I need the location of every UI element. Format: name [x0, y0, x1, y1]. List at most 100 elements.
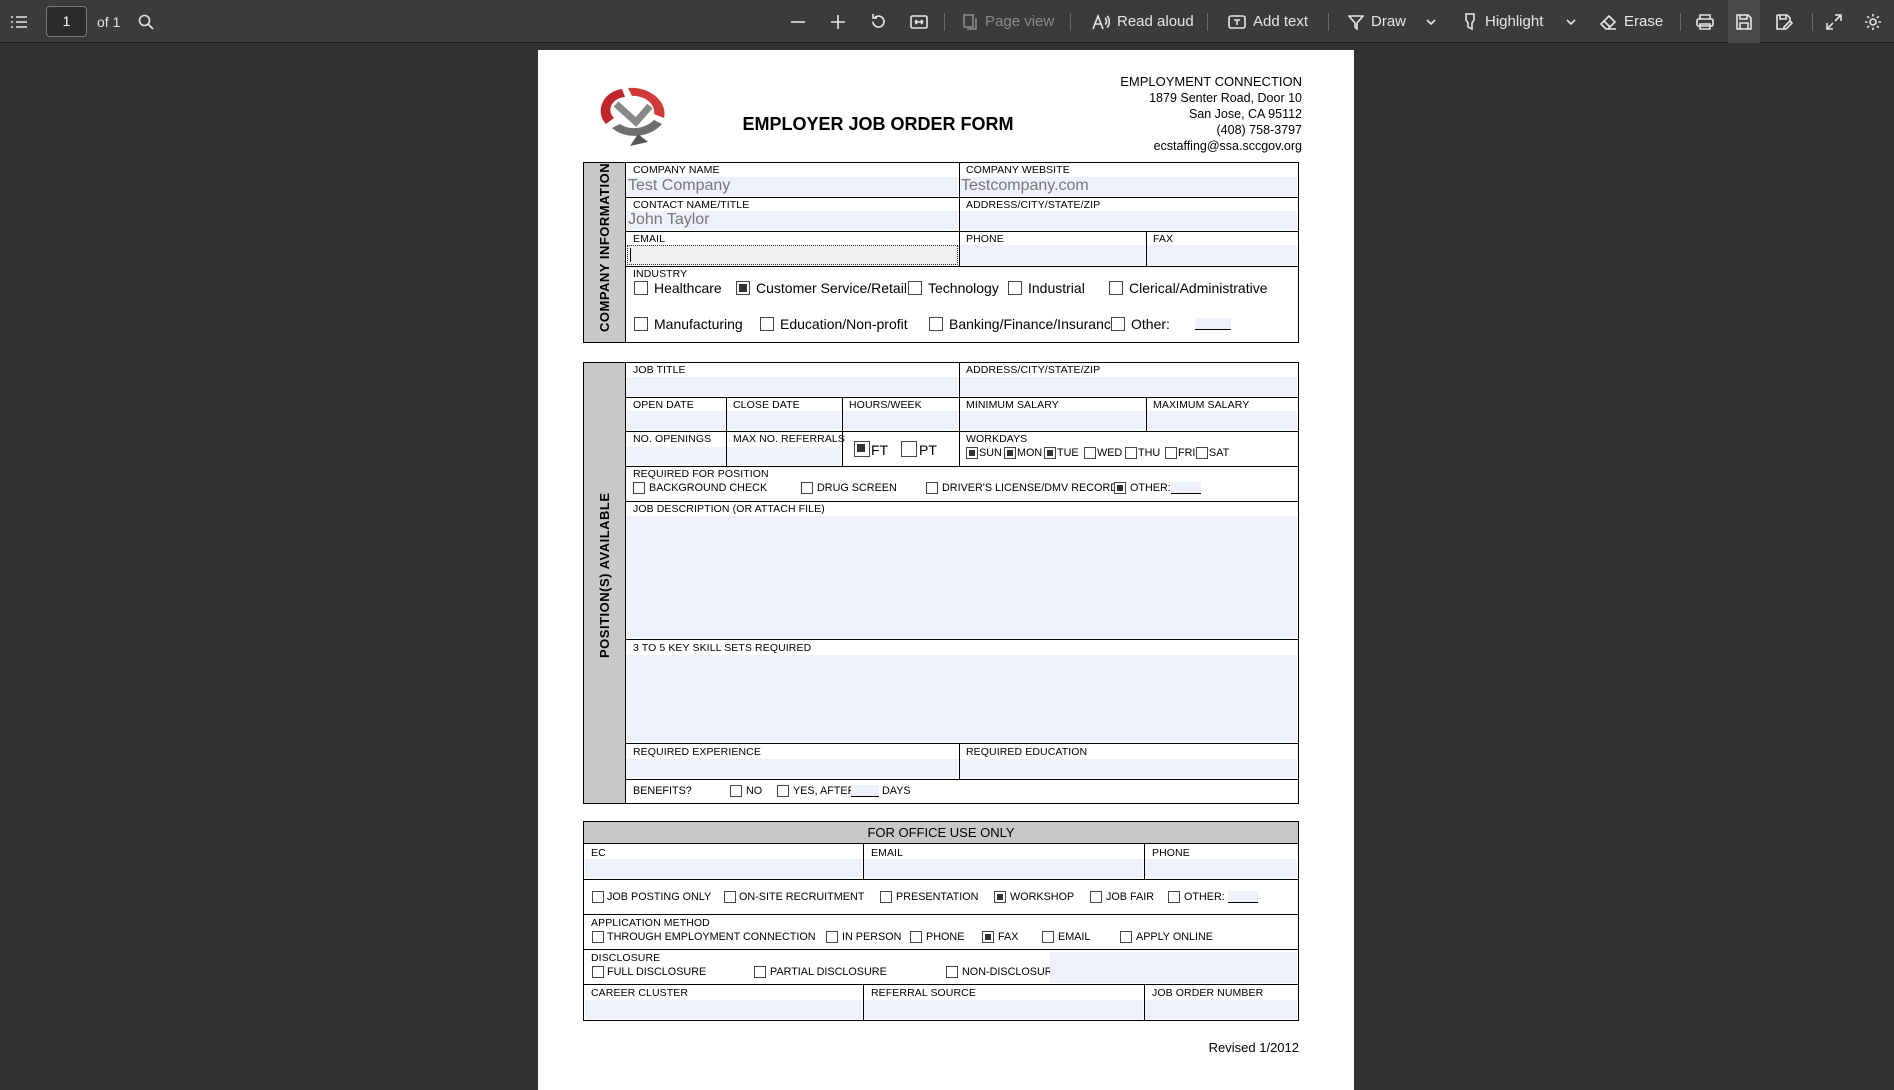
rotate-icon[interactable] [870, 0, 887, 43]
draw-options-chevron-icon[interactable] [1426, 0, 1436, 43]
industry-clerical-checkbox[interactable] [1109, 281, 1123, 295]
job-posting-only-checkbox[interactable] [592, 891, 604, 903]
read-aloud-button[interactable]: Read aloud [1092, 0, 1194, 43]
apply-online-checkbox[interactable] [1120, 931, 1132, 943]
page-view-button[interactable]: Page view [962, 0, 1054, 43]
office-email-field[interactable] [864, 859, 1143, 878]
print-icon[interactable] [1696, 0, 1714, 43]
office-other-checkbox[interactable] [1168, 891, 1180, 903]
industry-other-field[interactable] [1195, 318, 1231, 330]
max-referrals-field[interactable] [727, 447, 841, 465]
through-ec-checkbox[interactable] [592, 931, 604, 943]
org-city: San Jose, CA 95112 [1188, 107, 1302, 121]
benefits-no-checkbox[interactable] [730, 785, 742, 797]
page-number-input[interactable]: 1 [46, 6, 87, 37]
zoom-in-icon[interactable] [830, 0, 846, 43]
partial-disclosure-checkbox[interactable] [754, 966, 766, 978]
job-fair-checkbox[interactable] [1090, 891, 1102, 903]
erase-button[interactable]: Erase [1600, 0, 1663, 43]
industry-banking-checkbox[interactable] [929, 317, 943, 331]
full-time-checkbox[interactable] [854, 441, 870, 457]
app-phone-checkbox[interactable] [910, 931, 922, 943]
full-disclosure-checkbox[interactable] [592, 966, 604, 978]
benefits-days-field[interactable] [851, 785, 879, 797]
max-salary-field[interactable] [1147, 411, 1297, 430]
in-person-checkbox[interactable] [826, 931, 838, 943]
workday-fri-checkbox[interactable] [1165, 447, 1177, 459]
industry-other-checkbox[interactable] [1111, 317, 1125, 331]
benefits-no-label: NO [746, 785, 763, 797]
industry-education-checkbox[interactable] [760, 317, 774, 331]
app-email-checkbox[interactable] [1042, 931, 1054, 943]
industry-industrial-checkbox[interactable] [1008, 281, 1022, 295]
settings-gear-icon[interactable] [1864, 0, 1882, 43]
company-address-label: ADDRESS/CITY/STATE/ZIP [966, 199, 1101, 211]
job-order-number-field[interactable] [1145, 1000, 1297, 1019]
app-fax-checkbox[interactable] [982, 931, 994, 943]
org-contact-block: EMPLOYMENT CONNECTION 1879 Senter Road, … [1058, 74, 1302, 154]
industry-manufacturing-checkbox[interactable] [634, 317, 648, 331]
company-address-field[interactable] [960, 211, 1297, 230]
fit-width-icon[interactable] [910, 0, 928, 43]
highlight-button[interactable]: Highlight [1462, 0, 1543, 43]
key-skills-field[interactable] [627, 655, 1297, 742]
non-disclosure-checkbox[interactable] [946, 966, 958, 978]
job-address-field[interactable] [960, 377, 1297, 396]
industry-customer-service-checkbox[interactable] [736, 281, 750, 295]
ec-field[interactable] [585, 859, 862, 878]
search-icon[interactable] [138, 0, 154, 43]
required-education-field[interactable] [960, 759, 1297, 778]
background-check-checkbox[interactable] [633, 482, 645, 494]
part-time-checkbox[interactable] [901, 441, 917, 457]
workday-sat-checkbox[interactable] [1196, 447, 1208, 459]
career-cluster-field[interactable] [585, 1000, 862, 1019]
job-description-field[interactable] [627, 516, 1297, 638]
workday-thu-checkbox[interactable] [1125, 447, 1137, 459]
workday-tue-checkbox[interactable] [1044, 447, 1056, 459]
email-field[interactable] [627, 245, 958, 265]
close-date-field[interactable] [727, 411, 841, 430]
job-title-field[interactable] [627, 377, 958, 396]
save-icon[interactable] [1728, 0, 1760, 43]
referral-source-field[interactable] [864, 1000, 1143, 1019]
hours-week-field[interactable] [843, 411, 958, 430]
benefits-yes-checkbox[interactable] [777, 785, 789, 797]
required-other-field[interactable] [1171, 482, 1201, 494]
fullscreen-icon[interactable] [1826, 0, 1842, 43]
required-experience-field[interactable] [627, 759, 958, 778]
office-other-field[interactable] [1228, 891, 1258, 903]
open-date-field[interactable] [627, 411, 725, 430]
draw-button[interactable]: Draw [1348, 0, 1406, 43]
contents-icon[interactable] [10, 0, 28, 43]
fax-field[interactable] [1147, 245, 1297, 265]
office-email-label: EMAIL [871, 847, 904, 859]
industry-healthcare-checkbox[interactable] [634, 281, 648, 295]
min-salary-field[interactable] [960, 411, 1145, 430]
presentation-checkbox[interactable] [880, 891, 892, 903]
phone-field[interactable] [960, 245, 1145, 265]
workday-sun-checkbox[interactable] [966, 447, 978, 459]
close-date-label: CLOSE DATE [733, 399, 800, 411]
workday-wed-checkbox[interactable] [1084, 447, 1096, 459]
job-address-label: ADDRESS/CITY/STATE/ZIP [966, 364, 1101, 376]
drug-screen-checkbox[interactable] [801, 482, 813, 494]
zoom-out-icon[interactable] [790, 0, 806, 43]
workday-mon-checkbox[interactable] [1004, 447, 1016, 459]
save-as-icon[interactable] [1776, 0, 1794, 43]
company-website-value: Testcompany.com [961, 177, 1089, 194]
office-phone-field[interactable] [1145, 859, 1297, 878]
workday-thu-label: THU [1138, 447, 1161, 459]
onsite-recruitment-checkbox[interactable] [724, 891, 736, 903]
through-ec-label: THROUGH EMPLOYMENT CONNECTION [607, 931, 816, 943]
disclosure-notes-field[interactable] [1050, 952, 1297, 983]
industry-label: INDUSTRY [633, 268, 688, 280]
openings-field[interactable] [627, 447, 725, 465]
add-text-button[interactable]: Add text [1228, 0, 1308, 43]
pdf-page: EMPLOYER JOB ORDER FORM EMPLOYMENT CONNE… [538, 50, 1354, 1090]
industry-technology-checkbox[interactable] [908, 281, 922, 295]
workshop-checkbox[interactable] [994, 891, 1006, 903]
required-other-checkbox[interactable] [1114, 482, 1126, 494]
industry-other-label: Other: [1131, 316, 1170, 332]
highlight-options-chevron-icon[interactable] [1566, 0, 1576, 43]
drivers-license-checkbox[interactable] [926, 482, 938, 494]
